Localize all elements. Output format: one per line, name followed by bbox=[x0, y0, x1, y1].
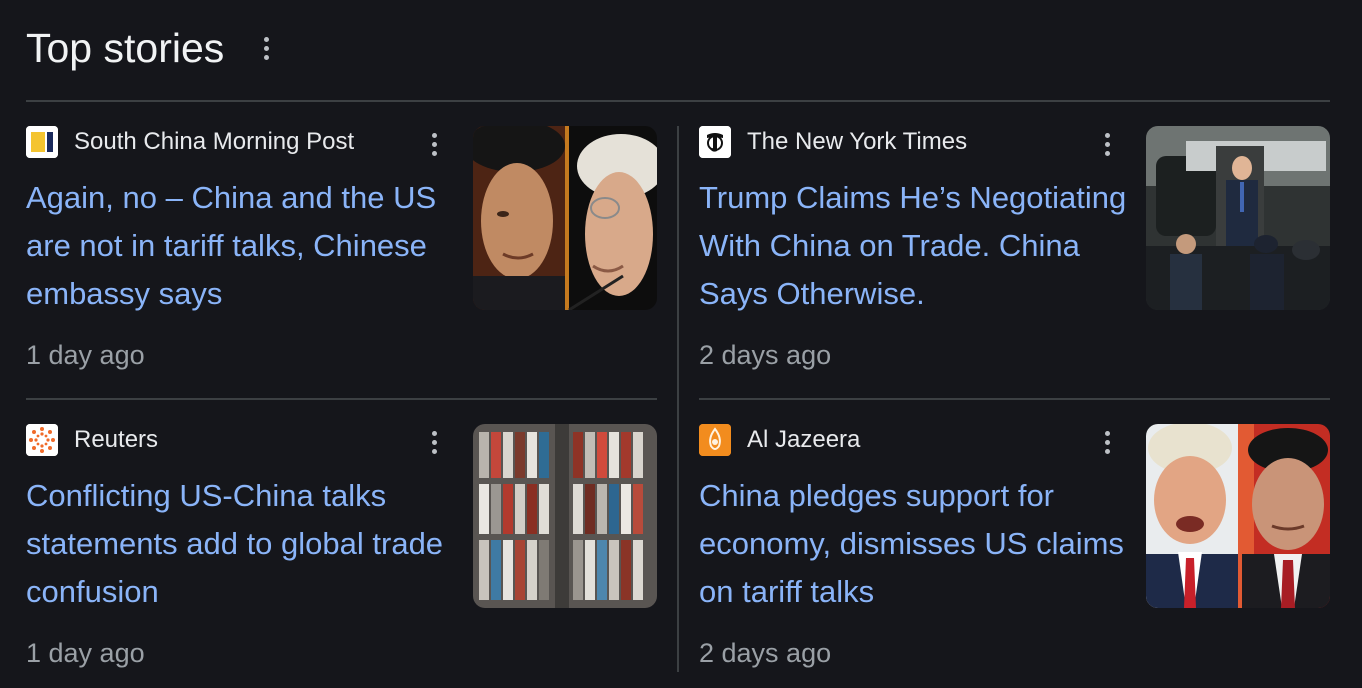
column-divider bbox=[677, 126, 679, 672]
scmp-logo-icon bbox=[26, 126, 58, 158]
story-thumbnail[interactable] bbox=[473, 424, 657, 608]
more-vert-icon[interactable] bbox=[1097, 426, 1117, 458]
story-card[interactable]: Al Jazeera China pledges support for eco… bbox=[699, 424, 1330, 688]
story-time: 2 days ago bbox=[699, 638, 832, 668]
reuters-logo-icon bbox=[26, 424, 58, 456]
source-name: Reuters bbox=[74, 426, 159, 453]
more-vert-icon[interactable] bbox=[424, 426, 444, 458]
story-source: Reuters bbox=[26, 424, 158, 456]
source-name: The New York Times bbox=[747, 128, 968, 155]
header-divider bbox=[26, 100, 1330, 102]
aljazeera-logo-icon bbox=[699, 424, 731, 456]
more-vert-icon[interactable] bbox=[1097, 128, 1117, 160]
story-headline[interactable]: Trump Claims He’s Negotiating With China… bbox=[699, 174, 1139, 318]
section-header: Top stories bbox=[26, 22, 276, 74]
story-time: 1 day ago bbox=[26, 638, 145, 668]
story-card[interactable]: Reuters Conflicting US-China talks state… bbox=[26, 424, 657, 688]
story-time: 2 days ago bbox=[699, 340, 832, 370]
source-name: Al Jazeera bbox=[747, 426, 861, 453]
row-divider bbox=[699, 398, 1330, 400]
story-headline[interactable]: Again, no – China and the US are not in … bbox=[26, 174, 456, 318]
story-thumbnail[interactable] bbox=[1146, 424, 1330, 608]
story-thumbnail[interactable] bbox=[473, 126, 657, 310]
story-headline[interactable]: Conflicting US-China talks statements ad… bbox=[26, 472, 456, 616]
story-headline[interactable]: China pledges support for economy, dismi… bbox=[699, 472, 1139, 616]
more-vert-icon[interactable] bbox=[256, 32, 276, 64]
story-card[interactable]: The New York Times Trump Claims He’s Neg… bbox=[699, 126, 1330, 396]
source-name: South China Morning Post bbox=[74, 128, 355, 155]
story-source: Al Jazeera bbox=[699, 424, 860, 456]
story-source: The New York Times bbox=[699, 126, 967, 158]
nyt-logo-icon bbox=[699, 126, 731, 158]
row-divider bbox=[26, 398, 657, 400]
section-title: Top stories bbox=[26, 25, 225, 71]
story-source: South China Morning Post bbox=[26, 126, 354, 158]
story-card[interactable]: South China Morning Post Again, no – Chi… bbox=[26, 126, 657, 396]
story-thumbnail[interactable] bbox=[1146, 126, 1330, 310]
story-time: 1 day ago bbox=[26, 340, 145, 370]
more-vert-icon[interactable] bbox=[424, 128, 444, 160]
